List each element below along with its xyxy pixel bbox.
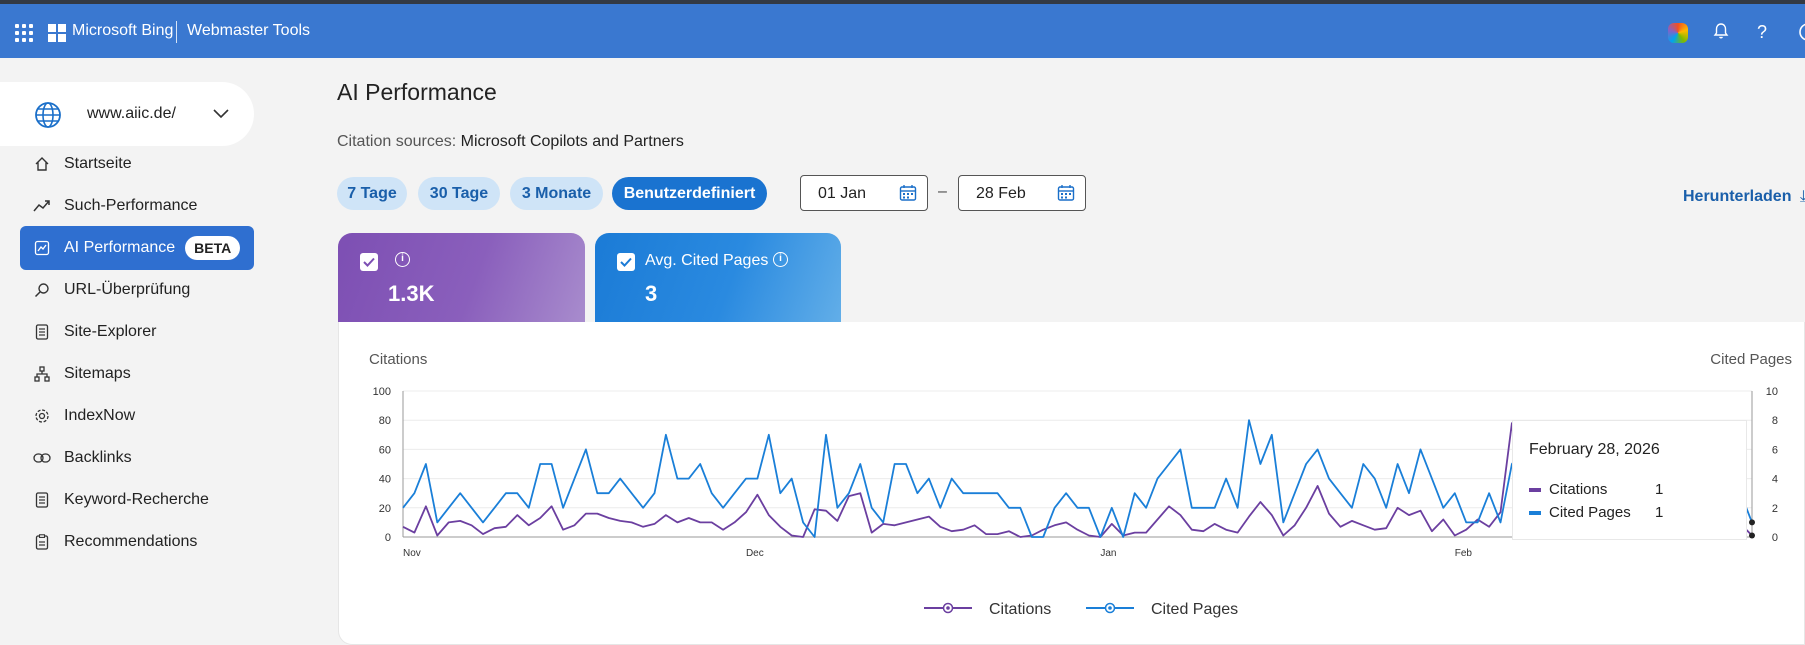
tooltip-row-citations: Citations 1 (1529, 481, 1663, 498)
x-tick-label: Dec (746, 548, 764, 559)
x-tick-label: Feb (1455, 548, 1473, 559)
y-axis-title-left: Citations (369, 351, 427, 368)
y-axis-title-right: Cited Pages (1710, 351, 1792, 368)
y-tick-label-right: 8 (1772, 415, 1778, 427)
series-point-citations (1749, 532, 1755, 539)
x-tick-label: Jan (1100, 548, 1116, 559)
legend-label: Cited Pages (1151, 601, 1238, 618)
y-tick-label-left: 80 (379, 415, 391, 427)
performance-line-chart: Citations Cited Pages 0 20 40 60 80 100 0 2 4 6 8 10 N… (369, 351, 1792, 618)
y-tick-label-left: 40 (379, 474, 391, 486)
y-tick-label-left: 60 (379, 444, 391, 456)
tooltip-series-value: 1 (1655, 481, 1664, 498)
y-tick-label-right: 10 (1766, 386, 1778, 398)
tooltip-date: February 28, 2026 (1529, 441, 1660, 458)
tooltip-series-name: Citations (1549, 481, 1608, 498)
tooltip-row-cited-pages: Cited Pages 1 (1529, 504, 1663, 521)
legend-marker-dot (1108, 606, 1112, 610)
x-tick-label: Nov (403, 548, 421, 559)
y-tick-label-left: 20 (379, 503, 391, 515)
legend-label: Citations (989, 601, 1051, 618)
y-tick-label-left: 100 (373, 386, 391, 398)
legend-marker-dot (946, 606, 950, 610)
y-tick-label-right: 4 (1772, 474, 1778, 486)
y-tick-label-right: 0 (1772, 532, 1778, 544)
y-tick-label-right: 2 (1772, 503, 1778, 515)
series-point-cited-pages (1749, 519, 1755, 526)
y-tick-label-right: 6 (1772, 444, 1778, 456)
tooltip-swatch (1529, 510, 1541, 515)
tooltip-swatch (1529, 487, 1541, 492)
tooltip-series-value: 1 (1655, 504, 1664, 521)
y-tick-label-left: 0 (385, 532, 391, 544)
chart-tooltip: February 28, 2026 Citations 1 Cited Page… (1512, 420, 1747, 540)
tooltip-series-name: Cited Pages (1549, 504, 1631, 521)
